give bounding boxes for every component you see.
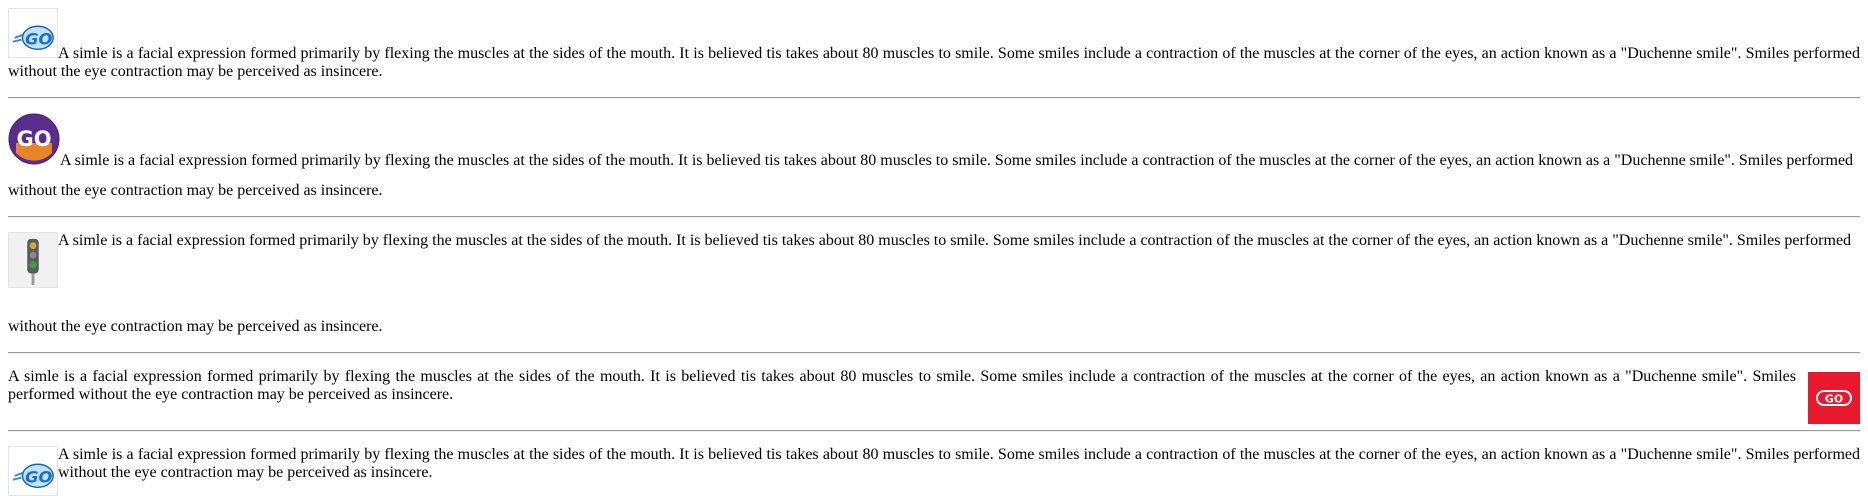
paragraph-text: A simle is a facial expression formed pr… <box>8 368 1796 403</box>
paragraph-text-continuation: without the eye contraction may be perce… <box>8 318 383 335</box>
paragraph-text: A simle is a facial expression formed pr… <box>60 152 1854 169</box>
paragraph-entry-4: GO A simle is a facial expression formed… <box>8 368 1860 424</box>
go-cartoon-logo-text: GO <box>25 468 52 487</box>
divider <box>8 430 1860 432</box>
paragraph-entry-3: A simle is a facial expression formed pr… <box>8 232 1860 336</box>
divider <box>8 97 1860 99</box>
paragraph-text: A simle is a facial expression formed pr… <box>58 232 1852 249</box>
go-cartoon-logo-text: GO <box>25 30 52 49</box>
traffic-light-image <box>8 232 58 288</box>
go-circle-logo-text: GO <box>16 127 51 151</box>
go-circle-logo-image: GO <box>8 113 60 165</box>
go-cartoon-logo-image: GO <box>8 8 58 58</box>
document-page: GO A simle is a facial expression formed… <box>0 0 1868 496</box>
paragraph-text: A simle is a facial expression formed pr… <box>58 446 1860 481</box>
go-cartoon-logo-image: GO <box>8 446 58 496</box>
paragraph-text-continuation: without the eye contraction may be perce… <box>8 182 383 199</box>
red-go-logo-text: GO <box>1825 393 1843 406</box>
paragraph-entry-2: GO A simle is a facial expression formed… <box>8 113 1860 200</box>
paragraph-entry-5: GO A simle is a facial expression formed… <box>8 446 1860 496</box>
paragraph-text: A simle is a facial expression formed pr… <box>8 45 1860 80</box>
divider <box>8 352 1860 354</box>
paragraph-entry-1: GO A simle is a facial expression formed… <box>8 8 1860 81</box>
divider <box>8 216 1860 218</box>
red-go-logo-image: GO <box>1808 372 1860 424</box>
